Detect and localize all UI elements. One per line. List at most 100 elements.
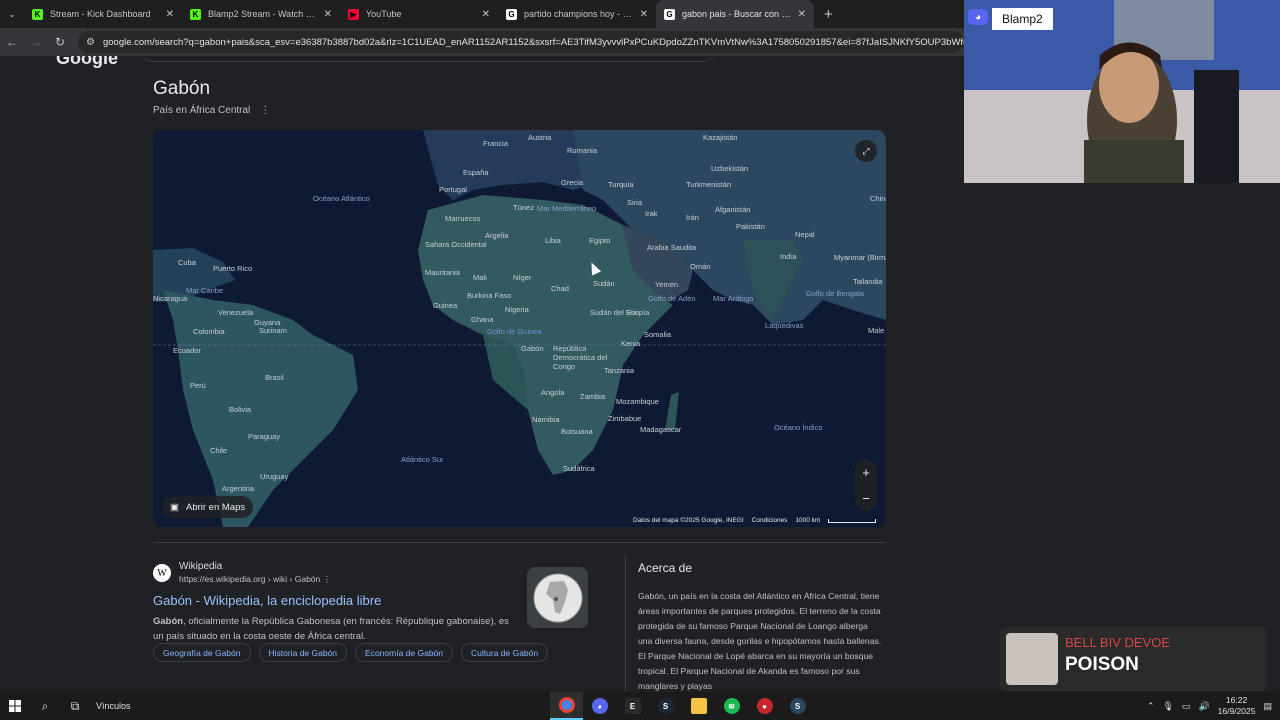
map-place-label[interactable]: Gabón <box>521 344 544 353</box>
map-place-label[interactable]: Chad <box>551 284 569 293</box>
map-place-label[interactable]: Irán <box>686 213 699 222</box>
map-place-label[interactable]: Siria <box>627 198 642 207</box>
map-place-label[interactable]: Colombia <box>193 327 225 336</box>
search-box[interactable] <box>140 56 715 62</box>
clock[interactable]: 16:22 16/9/2025 <box>1218 695 1256 717</box>
map-place-label[interactable]: Yemen <box>655 280 678 289</box>
epic-games-taskbar-icon[interactable]: E <box>616 692 649 720</box>
result-more-icon[interactable]: ⋮ <box>323 574 332 584</box>
browser-tab[interactable]: Ggabon pais - Buscar con Goog ✕ <box>656 0 814 28</box>
map-place-label[interactable]: Perú <box>190 381 206 390</box>
map-place-label[interactable]: Mar Caribe <box>186 286 223 295</box>
map-place-label[interactable]: Uruguay <box>260 472 288 481</box>
obs-taskbar-icon[interactable]: ● <box>748 692 781 720</box>
map-place-label[interactable]: Marruecos <box>445 214 480 223</box>
site-info-icon[interactable]: ⚙ <box>86 37 95 48</box>
map-place-label[interactable]: Guinea <box>433 301 457 310</box>
zoom-out-button[interactable]: − <box>862 491 870 506</box>
map-place-label[interactable]: Sudáfrica <box>563 464 595 473</box>
map-place-label[interactable]: Océano Índico <box>774 423 822 432</box>
map-place-label[interactable]: Rumania <box>567 146 597 155</box>
map-widget[interactable]: Kazajistán Francia Austria Rumania Uzbekistá… <box>153 130 886 527</box>
map-place-label[interactable]: Libia <box>545 236 561 245</box>
steam-taskbar-icon[interactable]: S <box>649 692 682 720</box>
map-place-label[interactable]: Venezuela <box>218 308 253 317</box>
map-place-label[interactable]: Golfo de Bengala <box>806 289 864 298</box>
expand-map-button[interactable]: ⤢ <box>855 140 877 162</box>
map-place-label[interactable]: Bolivia <box>229 405 251 414</box>
map-place-label[interactable]: Egipto <box>589 236 610 245</box>
map-place-label[interactable]: Tailandia <box>853 277 883 286</box>
map-place-label[interactable]: Mali <box>473 273 487 282</box>
map-place-label[interactable]: Surinam <box>259 326 287 335</box>
map-place-label[interactable]: Chile <box>210 446 227 455</box>
new-tab-button[interactable]: + <box>824 6 833 23</box>
map-place-label[interactable]: Zimbabue <box>608 414 641 423</box>
map-place-label[interactable]: Puerto Rico <box>213 264 252 273</box>
result-source[interactable]: W Wikipedia https://es.wikipedia.org › w… <box>153 561 513 585</box>
map-place-label[interactable]: Mozambique <box>616 397 659 406</box>
steam-alt-taskbar-icon[interactable]: S <box>781 692 814 720</box>
map-place-label[interactable]: Myanmar (Birmania) <box>834 253 886 262</box>
map-place-label[interactable]: Burkina Faso <box>467 291 511 300</box>
map-place-label[interactable]: Brasil <box>265 373 284 382</box>
result-thumbnail[interactable] <box>527 567 588 628</box>
map-place-label[interactable]: Sudán del Sur <box>590 308 638 317</box>
map-place-label[interactable]: Túnez <box>513 203 534 212</box>
map-place-label[interactable]: China <box>870 194 886 203</box>
close-tab-icon[interactable]: ✕ <box>640 9 648 20</box>
map-place-label[interactable]: Golfo de Adén <box>648 294 696 303</box>
map-place-label[interactable]: Francia <box>483 139 508 148</box>
more-options-icon[interactable]: ⋮ <box>260 105 270 116</box>
close-tab-icon[interactable]: ✕ <box>324 9 332 20</box>
map-place-label[interactable]: Madagascar <box>640 425 681 434</box>
map-place-label[interactable]: Arabia Saudita <box>647 243 696 252</box>
map-place-label[interactable]: Mauritania <box>425 268 460 277</box>
map-place-label[interactable]: Irak <box>645 209 658 218</box>
map-place-label[interactable]: Nepal <box>795 230 815 239</box>
map-conditions-link[interactable]: Condiciones <box>752 517 788 524</box>
map-place-label[interactable]: Níger <box>513 273 531 282</box>
forward-icon[interactable]: → <box>24 35 48 49</box>
notifications-icon[interactable]: ▤ <box>1263 701 1272 712</box>
map-place-label[interactable]: Tanzania <box>604 366 634 375</box>
microphone-icon[interactable]: 🎙 <box>1162 701 1173 712</box>
related-topic-chip[interactable]: Historia de Gabón <box>258 643 348 662</box>
search-icon[interactable]: ⌕ <box>30 692 60 720</box>
close-tab-icon[interactable]: ✕ <box>166 9 174 20</box>
open-in-maps-button[interactable]: ▣ Abrir en Maps <box>162 496 254 518</box>
map-place-label[interactable]: Ghana <box>471 315 494 324</box>
map-place-label[interactable]: Argentina <box>222 484 254 493</box>
map-place-label[interactable]: India <box>780 252 796 261</box>
related-topic-chip[interactable]: Economía de Gabón <box>355 643 454 662</box>
result-title-link[interactable]: Gabón - Wikipedia, la enciclopedia libre <box>153 593 513 608</box>
url-field[interactable]: ⚙ google.com/search?q=gabon+pais&sca_esv… <box>78 31 964 53</box>
map-place-label[interactable]: Nigeria <box>505 305 529 314</box>
map-place-label[interactable]: Golfo de Guinea <box>487 327 542 336</box>
map-place-label[interactable]: Paraguay <box>248 432 280 441</box>
tab-search-button[interactable]: ⌄ <box>0 0 24 28</box>
map-place-label[interactable]: Turquía <box>608 180 634 189</box>
map-place-label[interactable]: Océano Atlántico <box>313 194 370 203</box>
reload-icon[interactable]: ↻ <box>48 35 72 49</box>
map-place-label[interactable]: Sudán <box>593 279 615 288</box>
browser-tab[interactable]: ▶ YouTube ✕ <box>340 0 498 28</box>
map-place-label[interactable]: Namibia <box>532 415 560 424</box>
close-tab-icon[interactable]: ✕ <box>798 9 806 20</box>
map-place-label[interactable]: Omán <box>690 262 710 271</box>
close-tab-icon[interactable]: ✕ <box>482 9 490 20</box>
map-place-label[interactable]: Somalia <box>644 330 671 339</box>
map-place-label[interactable]: Atlántico Sur <box>401 455 444 464</box>
map-place-label[interactable]: Kenia <box>621 339 640 348</box>
map-place-label[interactable]: Cuba <box>178 258 196 267</box>
map-place-label[interactable]: Pakistán <box>736 222 765 231</box>
map-place-label[interactable]: España <box>463 168 488 177</box>
file-explorer-taskbar-icon[interactable] <box>682 692 715 720</box>
map-place-label[interactable]: Grecia <box>561 178 583 187</box>
map-place-label[interactable]: Afganistán <box>715 205 750 214</box>
related-topic-chip[interactable]: Cultura de Gabón <box>461 643 549 662</box>
browser-tab[interactable]: Gpartido champions hoy - Busca ✕ <box>498 0 656 28</box>
map-place-label[interactable]: Turkmenistán <box>686 180 731 189</box>
map-place-label[interactable]: Botsuana <box>561 427 593 436</box>
network-icon[interactable]: ▭ <box>1182 701 1191 712</box>
